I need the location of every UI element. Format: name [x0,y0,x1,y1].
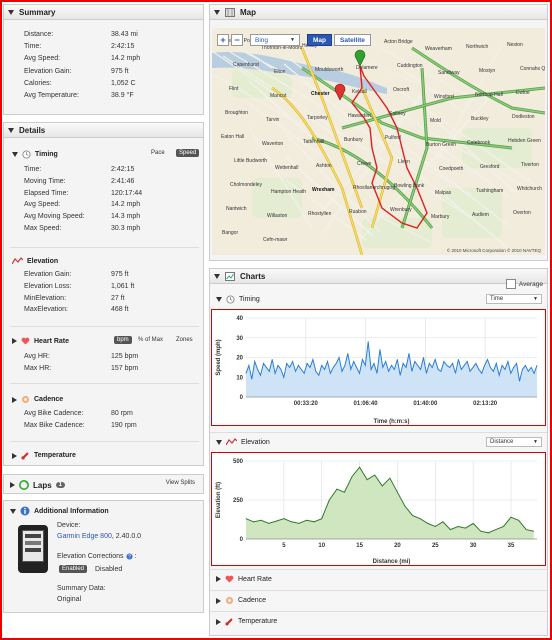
image-border [0,0,552,640]
